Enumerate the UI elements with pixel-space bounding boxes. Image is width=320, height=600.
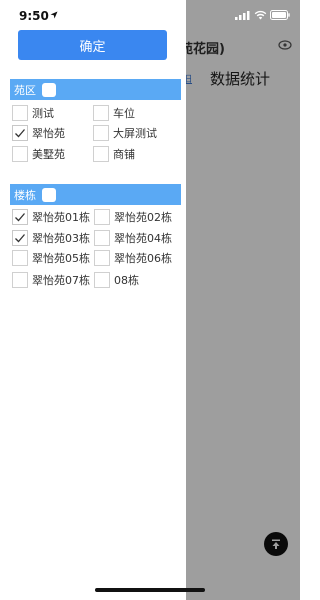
option-label: 翠怡苑04栋 [114,232,172,245]
checkbox[interactable] [93,146,109,162]
option-label: 翠怡苑06栋 [114,252,172,265]
option-item[interactable]: 车位 [93,105,135,121]
option-item[interactable]: 08栋 [94,272,139,288]
section-title: 楼栋 [14,188,36,202]
select-all-toggle[interactable] [42,187,56,202]
checkbox[interactable] [12,125,28,141]
checkbox[interactable] [12,146,28,162]
confirm-button[interactable]: 确定 [18,30,167,60]
option-item[interactable]: 大屏测试 [93,125,157,141]
checkbox[interactable] [12,230,28,246]
wifi-icon [254,10,267,20]
signal-icon [235,11,250,20]
checkbox[interactable] [93,105,109,121]
check-icon [15,234,25,243]
location-arrow-icon [50,11,58,19]
check-icon [15,213,25,222]
checkbox[interactable] [94,272,110,288]
checkbox[interactable] [12,209,28,225]
checkbox[interactable] [93,125,109,141]
option-label: 翠怡苑 [32,127,65,140]
option-item[interactable]: 翠怡苑02栋 [94,209,172,225]
section-header-building: 楼栋 [10,184,181,205]
section-header-district: 苑区 [10,79,181,100]
option-label: 商铺 [113,148,135,161]
option-item[interactable]: 商铺 [93,146,135,162]
check-icon [15,129,25,138]
option-label: 翠怡苑02栋 [114,211,172,224]
option-item[interactable]: 翠怡苑07栋 [12,272,90,288]
checkbox[interactable] [12,272,28,288]
option-item[interactable]: 翠怡苑06栋 [94,250,172,266]
option-item[interactable]: 翠怡苑03栋 [12,230,90,246]
option-label: 08栋 [114,274,139,287]
home-indicator [95,588,205,592]
option-item[interactable]: 翠怡苑 [12,125,65,141]
option-item[interactable]: 测试 [12,105,54,121]
option-label: 翠怡苑05栋 [32,252,90,265]
option-label: 翠怡苑07栋 [32,274,90,287]
option-label: 测试 [32,107,54,120]
option-label: 大屏测试 [113,127,157,140]
option-item[interactable]: 翠怡苑01栋 [12,209,90,225]
checkbox[interactable] [94,209,110,225]
checkbox[interactable] [12,250,28,266]
option-item[interactable]: 翠怡苑04栋 [94,230,172,246]
option-label: 翠怡苑01栋 [32,211,90,224]
option-item[interactable]: 翠怡苑05栋 [12,250,90,266]
checkbox[interactable] [94,250,110,266]
status-time: 9:50 [19,9,49,23]
checkbox[interactable] [94,230,110,246]
select-all-toggle[interactable] [42,82,56,97]
option-item[interactable]: 美墅苑 [12,146,65,162]
option-label: 美墅苑 [32,148,65,161]
battery-icon [270,10,290,20]
status-bar: 9:50 [0,0,300,30]
section-title: 苑区 [14,83,36,97]
filter-drawer: 确定 苑区 测试 车位 翠怡苑 大屏测试 美墅苑 商铺 楼栋 翠怡苑01栋 翠怡… [0,0,186,600]
option-label: 翠怡苑03栋 [32,232,90,245]
checkbox[interactable] [12,105,28,121]
option-label: 车位 [113,107,135,120]
